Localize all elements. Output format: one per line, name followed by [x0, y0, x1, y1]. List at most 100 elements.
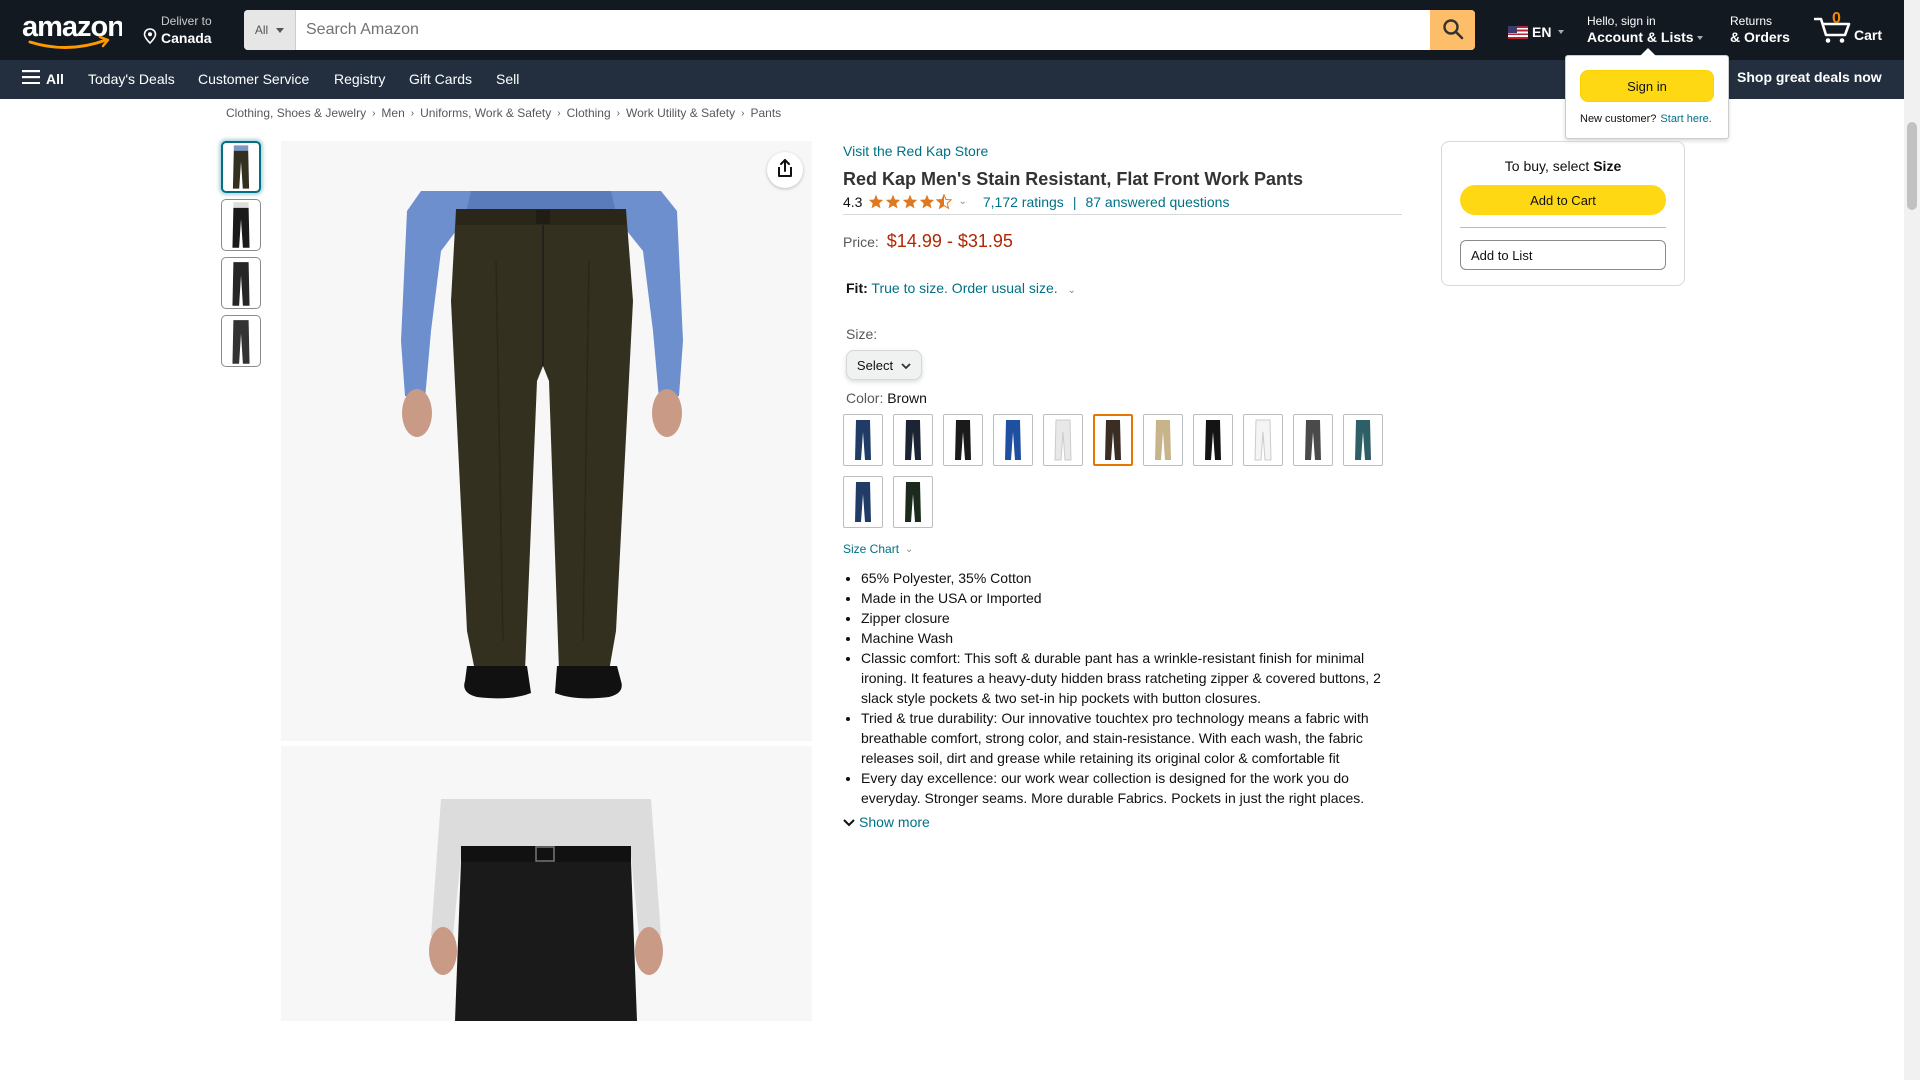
breadcrumb-item[interactable]: Clothing, Shoes & Jewelry [226, 106, 366, 120]
search-input[interactable] [296, 10, 1430, 50]
pants-icon [955, 420, 971, 460]
buy-instruction: To buy, select Size [1442, 158, 1684, 174]
color-swatch[interactable] [843, 414, 883, 466]
buy-instruction-bold: Size [1593, 158, 1622, 174]
secondary-product-image[interactable] [281, 746, 812, 1021]
nav-link-registry[interactable]: Registry [334, 71, 385, 87]
signin-flyout: Sign in New customer? Start here. [1565, 48, 1729, 139]
nav-link-sell[interactable]: Sell [496, 71, 519, 87]
amazon-logo[interactable]: amazon [20, 11, 125, 50]
size-dropdown[interactable]: Select [846, 350, 922, 380]
pants-icon [1005, 420, 1021, 460]
all-menu-button[interactable]: All [22, 70, 64, 87]
nav-link-customer-service[interactable]: Customer Service [198, 71, 309, 87]
breadcrumb: Clothing, Shoes & Jewelry › Men › Unifor… [226, 106, 781, 120]
image-thumbnail[interactable] [221, 315, 261, 367]
new-customer-text: New customer? Start here. [1580, 113, 1712, 125]
search-department-dropdown[interactable]: All [244, 10, 296, 50]
chevron-down-icon [901, 358, 911, 373]
color-swatch[interactable] [893, 414, 933, 466]
color-label-text: Color: [846, 390, 884, 406]
color-swatch[interactable] [893, 476, 933, 528]
breadcrumb-item[interactable]: Clothing [567, 106, 611, 120]
image-thumbnail[interactable] [221, 199, 261, 251]
pants-icon [905, 482, 921, 522]
feature-bullet: Classic comfort: This soft & durable pan… [861, 648, 1402, 708]
answered-questions-link[interactable]: 87 answered questions [1085, 194, 1229, 210]
new-customer-label: New customer? [1580, 113, 1657, 125]
returns-orders[interactable]: Returns & Orders [1730, 14, 1790, 46]
deliver-to[interactable]: Deliver to Canada [143, 14, 212, 48]
nav-link-gift-cards[interactable]: Gift Cards [409, 71, 472, 87]
feature-bullet: Zipper closure [861, 608, 1402, 628]
divider [1460, 227, 1666, 228]
color-swatch[interactable] [1043, 414, 1083, 466]
chevron-down-icon[interactable]: ⌄ [958, 196, 966, 207]
image-thumbnail[interactable] [221, 141, 261, 193]
color-swatch[interactable] [1243, 414, 1283, 466]
search-button[interactable] [1430, 10, 1475, 50]
pants-icon [1254, 419, 1272, 461]
us-flag-icon [1508, 25, 1528, 39]
caret-down-icon [1558, 30, 1565, 34]
account-lists[interactable]: Hello, sign in Account & Lists [1587, 14, 1703, 46]
caret-down-icon [1696, 36, 1703, 41]
color-swatch[interactable] [1343, 414, 1383, 466]
scrollbar-thumb[interactable] [1907, 122, 1917, 210]
color-swatch[interactable] [843, 476, 883, 528]
pants-icon [1305, 420, 1321, 460]
fit-label: Fit: [846, 280, 868, 296]
add-to-list-button[interactable]: Add to List [1460, 240, 1666, 270]
fit-link[interactable]: True to size. Order usual size. [871, 280, 1057, 296]
color-swatch[interactable] [943, 414, 983, 466]
color-swatch[interactable] [1093, 414, 1133, 466]
color-swatch[interactable] [1143, 414, 1183, 466]
cart-button[interactable]: 0 Cart [1812, 10, 1892, 50]
breadcrumb-item[interactable]: Work Utility & Safety [626, 106, 735, 120]
share-button[interactable] [767, 152, 803, 188]
hamburger-menu-icon [22, 70, 40, 87]
color-swatch[interactable] [993, 414, 1033, 466]
color-swatch[interactable] [1193, 414, 1233, 466]
price-range: $14.99 - $31.95 [887, 231, 1013, 252]
feature-bullet: Machine Wash [861, 628, 1402, 648]
star-rating[interactable] [868, 194, 953, 209]
pants-icon [1205, 420, 1221, 460]
pants-icon [1155, 420, 1171, 460]
rating-divider: | [1072, 193, 1077, 210]
language-selector[interactable]: EN [1508, 24, 1565, 40]
breadcrumb-item[interactable]: Uniforms, Work & Safety [420, 106, 551, 120]
chevron-down-icon [276, 27, 285, 33]
ratings-count-link[interactable]: 7,172 ratings [983, 194, 1064, 210]
promo-link[interactable]: Shop great deals now [1737, 69, 1882, 85]
search-bar: All [244, 10, 1475, 50]
breadcrumb-item[interactable]: Pants [750, 106, 781, 120]
page-scrollbar[interactable] [1904, 0, 1920, 1080]
account-greeting: Hello, sign in [1587, 14, 1656, 28]
chevron-down-icon[interactable]: ⌄ [1068, 285, 1076, 296]
store-link[interactable]: Visit the Red Kap Store [843, 143, 988, 159]
pants-icon [855, 482, 871, 522]
image-thumbnail[interactable] [221, 257, 261, 309]
main-product-image[interactable] [281, 141, 812, 741]
signin-button[interactable]: Sign in [1580, 70, 1714, 102]
size-chart-link[interactable]: Size Chart ⌄ [843, 542, 1402, 556]
add-to-cart-button[interactable]: Add to Cart [1460, 185, 1666, 215]
show-more-link[interactable]: Show more [843, 814, 1402, 830]
feature-bullet: Tried & true durability: Our innovative … [861, 708, 1402, 768]
fit-row: Fit: True to size. Order usual size. ⌄ [846, 280, 1402, 296]
size-dropdown-value: Select [856, 357, 894, 373]
feature-bullets: 65% Polyester, 35% Cotton Made in the US… [843, 568, 1402, 808]
product-details: Visit the Red Kap Store Red Kap Men's St… [843, 141, 1402, 830]
cart-count: 0 [1832, 10, 1841, 27]
star-icon [869, 194, 884, 209]
nav-link-todays-deals[interactable]: Today's Deals [88, 71, 175, 87]
chevron-right-icon: › [616, 107, 620, 119]
color-swatch[interactable] [1293, 414, 1333, 466]
price-label: Price: [843, 234, 879, 250]
start-here-link[interactable]: Start here. [1660, 113, 1711, 125]
pants-icon [1355, 420, 1371, 460]
feature-bullet: Every day excellence: our work wear coll… [861, 768, 1402, 808]
breadcrumb-item[interactable]: Men [381, 106, 404, 120]
chevron-right-icon: › [410, 107, 415, 119]
